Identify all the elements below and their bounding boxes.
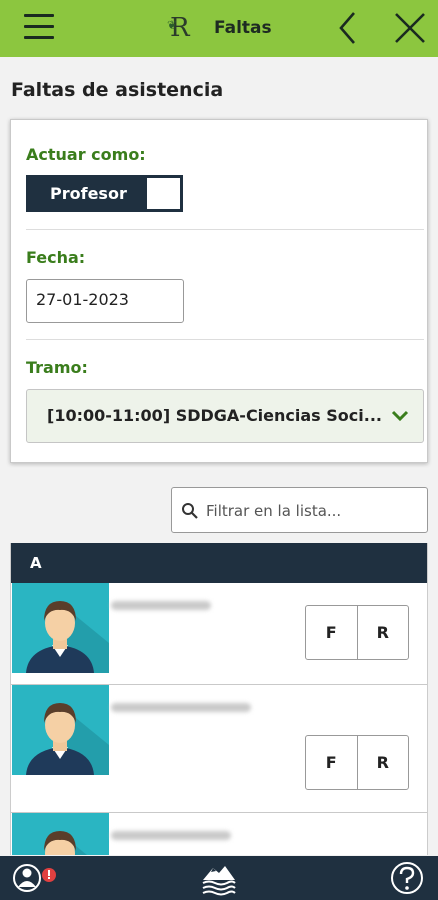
- role-label: Actuar como:: [26, 145, 146, 164]
- filter-box: [171, 487, 428, 533]
- app-logo: ❦ R: [167, 13, 190, 43]
- role-toggle-label: Profesor: [50, 184, 127, 203]
- slot-select-value: [10:00-11:00] SDDGA-Ciencias Soci...: [47, 406, 382, 425]
- date-label: Fecha:: [26, 248, 86, 267]
- date-field[interactable]: 27-01-2023: [26, 279, 184, 323]
- role-toggle[interactable]: Profesor: [26, 175, 183, 212]
- student-name-redacted: [111, 601, 211, 610]
- chevron-down-icon: [391, 410, 409, 422]
- page-title: Faltas de asistencia: [11, 79, 224, 101]
- filters-card: Actuar como: Profesor Fecha: 27-01-2023 …: [10, 119, 428, 463]
- filter-input[interactable]: [206, 498, 421, 524]
- help-icon[interactable]: [390, 861, 424, 895]
- avatar: [12, 685, 109, 775]
- fault-button[interactable]: F: [306, 736, 357, 789]
- late-button[interactable]: R: [356, 606, 409, 659]
- slot-label: Tramo:: [26, 358, 88, 377]
- fault-button[interactable]: F: [306, 606, 357, 659]
- divider: [26, 229, 424, 230]
- late-button[interactable]: R: [356, 736, 409, 789]
- menu-icon[interactable]: [24, 14, 54, 40]
- back-icon[interactable]: [335, 10, 361, 46]
- search-icon: [182, 503, 198, 519]
- app-title: Faltas: [214, 18, 272, 38]
- divider: [26, 339, 424, 340]
- attendance-buttons: F R: [305, 735, 409, 790]
- person-icon: [26, 601, 109, 673]
- attendance-buttons: F R: [305, 605, 409, 660]
- avatar: [12, 813, 109, 855]
- avatar: [12, 583, 109, 673]
- list-item: F R: [11, 813, 427, 855]
- person-icon: [26, 703, 109, 775]
- bottom-bar: [0, 856, 438, 900]
- person-icon: [44, 831, 87, 855]
- student-name-redacted: [111, 703, 251, 712]
- slot-select[interactable]: [10:00-11:00] SDDGA-Ciencias Soci...: [26, 389, 424, 443]
- user-icon[interactable]: [12, 861, 62, 895]
- top-bar: ❦ R Faltas: [0, 0, 438, 57]
- home-icon[interactable]: [199, 860, 239, 896]
- student-name-redacted: [111, 831, 231, 840]
- list-item: F R: [11, 583, 427, 685]
- close-icon[interactable]: [392, 10, 428, 46]
- list-item: F R: [11, 685, 427, 813]
- toggle-knob: [147, 178, 180, 209]
- student-list: A F R F R: [10, 543, 428, 855]
- app-brand: ❦ R Faltas: [167, 13, 272, 43]
- list-section-header: A: [11, 543, 427, 583]
